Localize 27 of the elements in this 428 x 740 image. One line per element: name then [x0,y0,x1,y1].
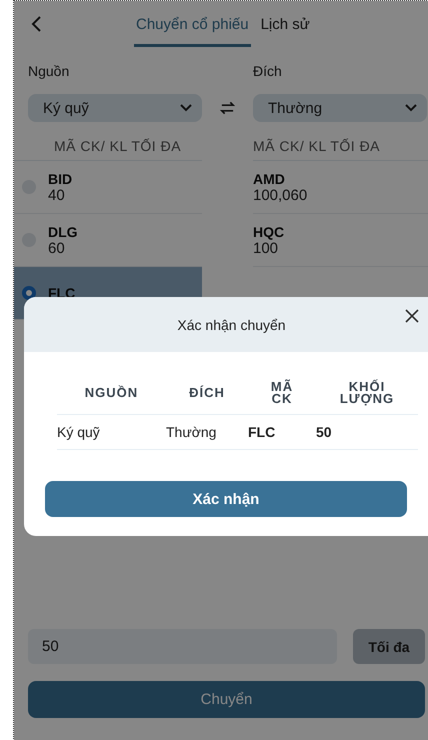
stock-symbol: BID [48,170,72,186]
stock-symbol: HQC [252,224,286,240]
source-dropdown[interactable]: Ký quỹ [28,94,202,122]
confirm-button[interactable]: Xác nhận [45,481,407,517]
max-button[interactable]: Tối đa [353,629,425,664]
stock-quantity: 100,060 [252,186,308,204]
source-label: Nguồn [27,63,70,81]
column-header: NGUỒN [84,387,138,399]
column-header: MÃ CK [270,381,294,405]
table-cell-text: FLC [248,424,276,440]
transfer-button[interactable]: Chuyển [28,681,425,718]
destination-label: Đích [252,63,283,81]
column-header: KHỐI LƯỢNG [340,381,394,405]
column-header: MÃ CK/ KL TỐI ĐA [252,122,428,161]
tab[interactable]: Lịch sử [258,1,312,47]
column-header: ĐÍCH [189,387,225,399]
stock-quantity: 40 [48,186,66,204]
stock-symbol: AMD [252,170,286,186]
destination-dropdown[interactable]: Thường [252,94,427,122]
table-cell-text: Thường [166,424,218,440]
table-cell-text: Ký quỹ [57,424,101,440]
stock-symbol: DLG [48,224,78,240]
table-cell-text: 50 [316,424,333,440]
tab[interactable]: Chuyển cổ phiếu [134,1,251,47]
stock-quantity: 100 [252,240,278,256]
quantity-field[interactable]: 50 [28,629,337,664]
stock-quantity: 60 [48,240,66,256]
